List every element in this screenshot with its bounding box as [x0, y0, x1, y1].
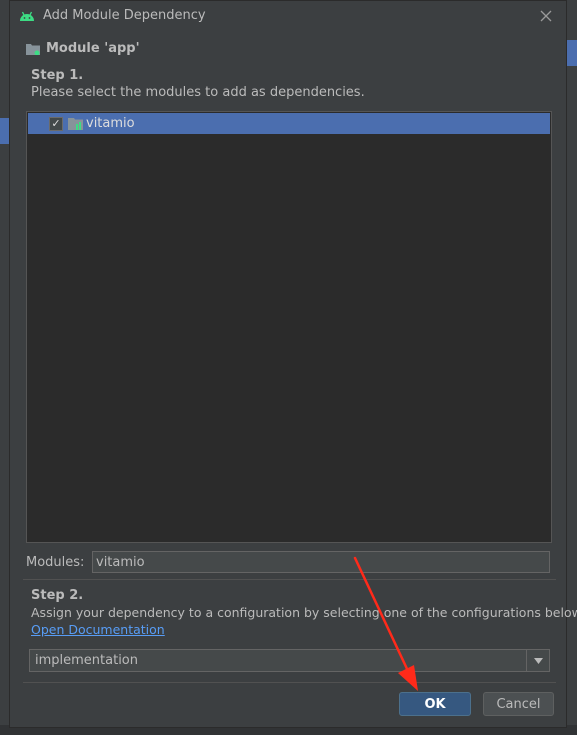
modules-field-label: Modules: — [26, 555, 85, 570]
configuration-value: implementation — [35, 653, 139, 668]
ide-selection-left — [0, 118, 9, 144]
ide-background-left — [0, 0, 9, 735]
module-header: Module 'app' — [26, 41, 140, 56]
step1-label: Step 1. — [31, 68, 84, 83]
dialog-title: Add Module Dependency — [43, 8, 206, 23]
close-icon[interactable] — [536, 6, 556, 26]
ok-button[interactable]: OK — [399, 692, 471, 716]
module-list-item-vitamio[interactable]: ✓ vitamio — [28, 113, 550, 134]
buttons-divider — [23, 682, 556, 683]
module-list[interactable]: ✓ vitamio — [26, 111, 552, 543]
dialog-titlebar[interactable]: Add Module Dependency — [10, 1, 566, 31]
modules-field[interactable] — [92, 551, 550, 573]
ide-selection-right — [567, 40, 577, 66]
module-name: vitamio — [86, 116, 135, 131]
module-folder-icon — [68, 117, 83, 130]
cancel-button[interactable]: Cancel — [483, 692, 554, 716]
android-icon — [20, 11, 34, 21]
module-title: Module 'app' — [46, 41, 140, 56]
chevron-down-icon[interactable] — [526, 650, 549, 671]
module-folder-icon — [26, 43, 40, 55]
ide-background-right — [567, 0, 577, 735]
step2-description: Assign your dependency to a configuratio… — [31, 605, 577, 620]
open-documentation-link[interactable]: Open Documentation — [31, 622, 165, 637]
module-checkbox[interactable]: ✓ — [49, 116, 63, 131]
configuration-select[interactable]: implementation — [29, 649, 550, 672]
section-divider — [23, 579, 556, 580]
step1-description: Please select the modules to add as depe… — [31, 85, 365, 100]
add-module-dependency-dialog: Add Module Dependency Module 'app' Step … — [9, 0, 577, 728]
step2-label: Step 2. — [31, 588, 84, 603]
